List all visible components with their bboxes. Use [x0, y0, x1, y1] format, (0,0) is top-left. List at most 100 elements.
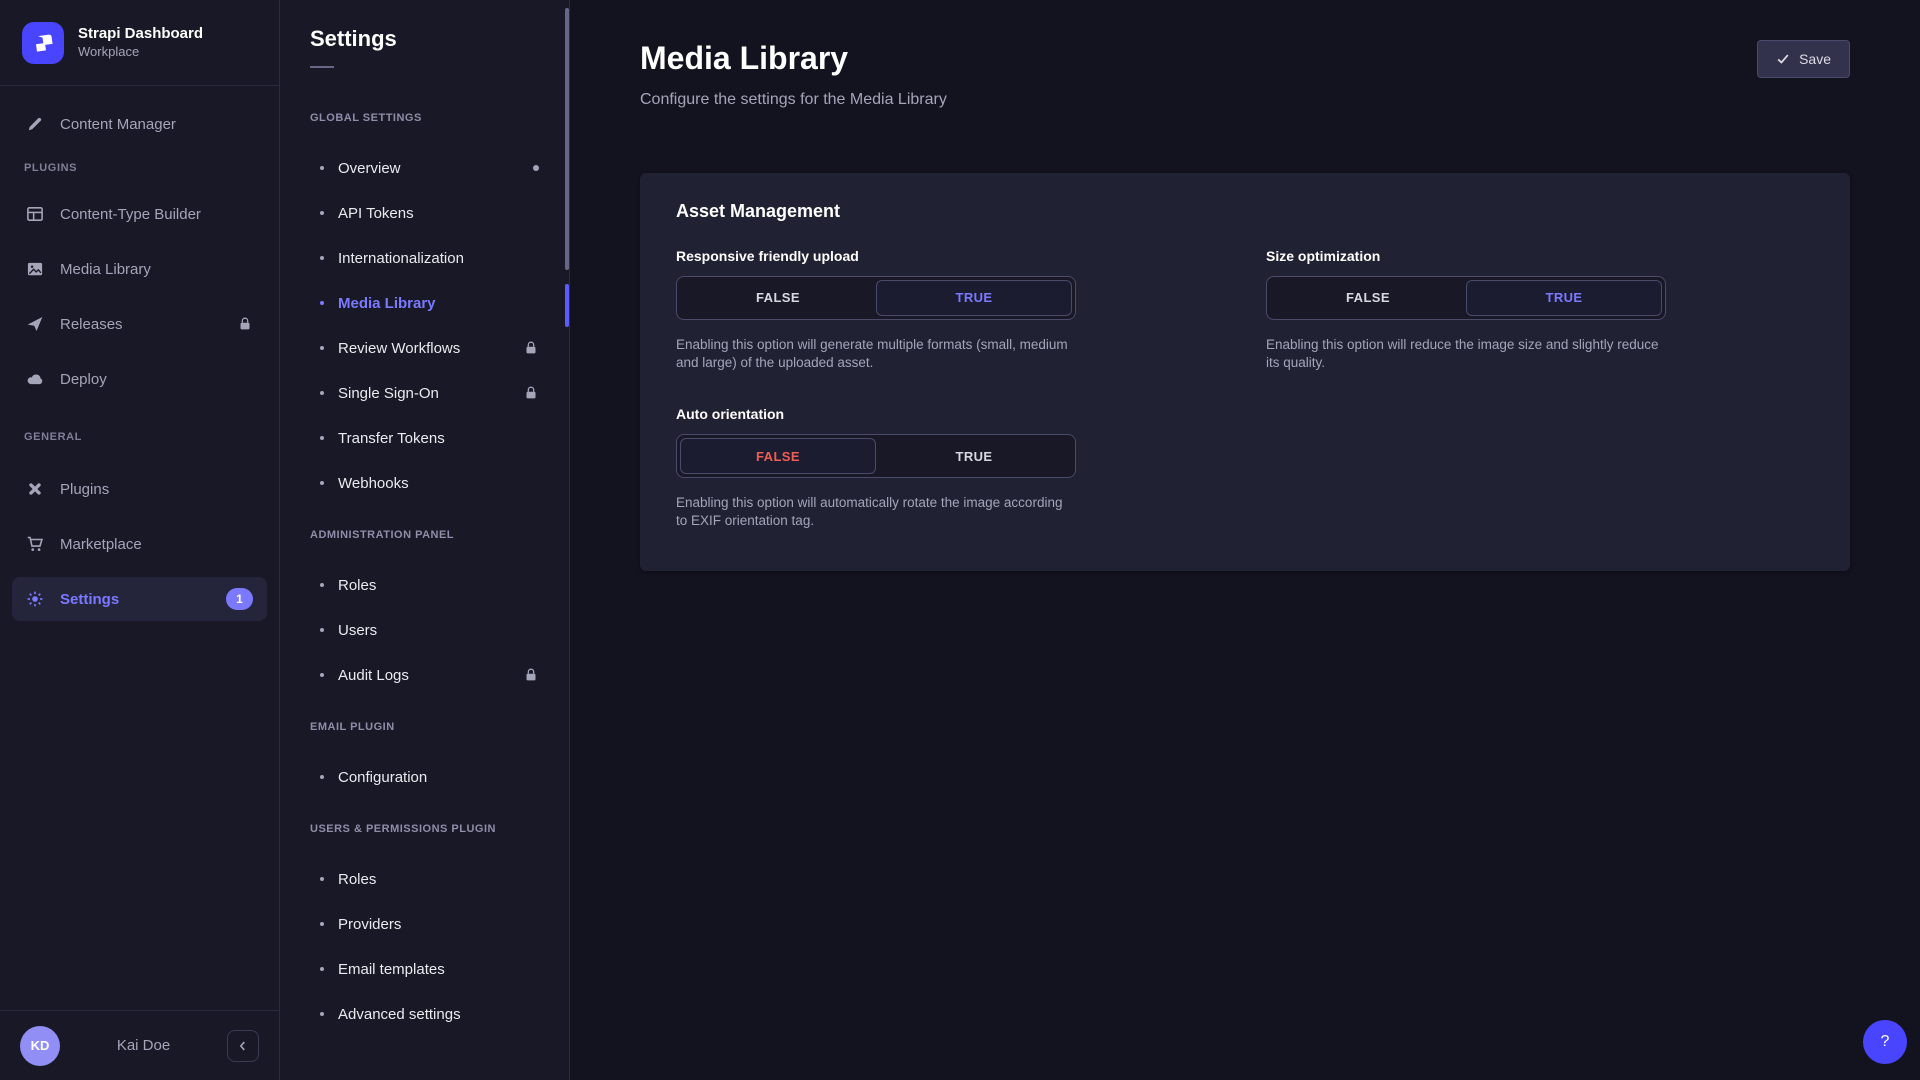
main-content: Media Library Configure the settings for…: [570, 0, 1920, 1080]
subnav-item-label: Audit Logs: [338, 667, 409, 684]
field-label: Responsive friendly upload: [676, 248, 1076, 264]
subnav-item-webhooks[interactable]: Webhooks: [280, 463, 569, 503]
subnav-item-label: Providers: [338, 916, 401, 933]
subnav-item-review-workflows[interactable]: Review Workflows: [280, 328, 569, 368]
responsive-friendly-upload-toggle: FALSE TRUE: [676, 276, 1076, 320]
subnav-item-label: Configuration: [338, 769, 427, 786]
paper-plane-icon: [26, 315, 44, 333]
bullet-dot: [320, 583, 324, 587]
subnav-item-providers[interactable]: Providers: [280, 904, 569, 944]
help-button[interactable]: ?: [1863, 1020, 1907, 1064]
subnav-item-audit-logs[interactable]: Audit Logs: [280, 655, 569, 695]
sidebar-item-deploy[interactable]: Plugins Deploy: [12, 357, 267, 401]
asset-management-panel: Asset Management Responsive friendly upl…: [640, 173, 1850, 571]
subnav-item-admin-users[interactable]: Users: [280, 610, 569, 650]
subnav-item-email-templates[interactable]: Email templates: [280, 949, 569, 989]
subnav-item-api-tokens[interactable]: API Tokens: [280, 193, 569, 233]
subnav-title: Settings: [310, 26, 539, 52]
title-underline: [310, 66, 334, 68]
lock-icon: [523, 385, 539, 401]
sidebar-item-settings[interactable]: Settings 1: [12, 577, 267, 621]
toggle-option-false[interactable]: FALSE: [680, 438, 876, 474]
bullet-dot: [320, 877, 324, 881]
subnav-item-up-roles[interactable]: Roles: [280, 859, 569, 899]
subnav-item-email-configuration[interactable]: Configuration: [280, 757, 569, 797]
sidebar-item-label: Settings: [60, 591, 119, 608]
brand: Strapi Dashboard Workplace: [0, 0, 279, 86]
sidebar-item-marketplace[interactable]: Marketplace: [12, 522, 267, 566]
bullet-dot: [320, 922, 324, 926]
field-description: Enabling this option will reduce the ima…: [1266, 336, 1666, 372]
sidebar-item-plugins[interactable]: Plugins: [12, 467, 267, 511]
subnav-item-label: Single Sign-On: [338, 385, 439, 402]
subnav-item-transfer-tokens[interactable]: Transfer Tokens: [280, 418, 569, 458]
brand-subtitle: Workplace: [78, 44, 203, 61]
subnav-item-advanced-settings[interactable]: Advanced settings: [280, 994, 569, 1034]
subnav-item-single-sign-on[interactable]: Single Sign-On: [280, 373, 569, 413]
notification-dot: [533, 165, 539, 171]
avatar[interactable]: KD: [20, 1026, 60, 1066]
sidebar-item-releases[interactable]: Releases: [12, 302, 267, 346]
toggle-option-false[interactable]: FALSE: [1270, 280, 1466, 316]
toggle-option-false[interactable]: FALSE: [680, 280, 876, 316]
brand-title: Strapi Dashboard: [78, 24, 203, 44]
subnav-item-overview[interactable]: Overview: [280, 148, 569, 188]
bullet-dot: [320, 166, 324, 170]
bullet-dot: [320, 301, 324, 305]
subnav-section-administration-panel: ADMINISTRATION PANEL: [310, 529, 539, 541]
size-optimization-toggle: FALSE TRUE: [1266, 276, 1666, 320]
bullet-dot: [320, 967, 324, 971]
main-sidebar: Strapi Dashboard Workplace Content Manag…: [0, 0, 280, 1080]
subnav-item-internationalization[interactable]: Internationalization: [280, 238, 569, 278]
field-responsive-friendly-upload: Responsive friendly upload FALSE TRUE En…: [676, 248, 1076, 372]
bullet-dot: [320, 1012, 324, 1016]
subnav-item-label: Webhooks: [338, 475, 409, 492]
sidebar-item-label: Plugins: [60, 481, 109, 498]
subnav-item-label: API Tokens: [338, 205, 414, 222]
subnav-scrollbar-thumb[interactable]: [565, 8, 569, 270]
bullet-dot: [320, 481, 324, 485]
subnav-item-admin-roles[interactable]: Roles: [280, 565, 569, 605]
settings-subnav: Settings GLOBAL SETTINGS Overview API To…: [280, 0, 570, 1080]
puzzle-icon: [26, 480, 44, 498]
save-button[interactable]: Save: [1757, 40, 1850, 78]
toggle-option-true[interactable]: TRUE: [876, 438, 1072, 474]
sidebar-item-label: Content Manager: [60, 116, 176, 133]
gear-icon: [26, 590, 44, 608]
toggle-option-true[interactable]: TRUE: [1466, 280, 1662, 316]
lock-icon: [523, 340, 539, 356]
check-icon: [1776, 52, 1790, 66]
active-item-indicator: [565, 284, 569, 327]
chevron-left-icon: [236, 1039, 250, 1053]
field-description: Enabling this option will automatically …: [676, 494, 1076, 530]
sidebar-collapse-button[interactable]: [227, 1030, 259, 1062]
bullet-dot: [320, 211, 324, 215]
sidebar-nav: Content Manager PLUGINS Content-Type Bui…: [0, 86, 279, 1010]
subnav-item-label: Overview: [338, 160, 401, 177]
toggle-option-true[interactable]: TRUE: [876, 280, 1072, 316]
field-auto-orientation: Auto orientation FALSE TRUE Enabling thi…: [676, 406, 1076, 530]
sidebar-item-content-type-builder[interactable]: Content-Type Builder: [12, 192, 267, 236]
page-header: Media Library Configure the settings for…: [640, 40, 1850, 109]
brand-text: Strapi Dashboard Workplace: [78, 24, 203, 60]
user-area: KD Kai Doe: [0, 1010, 279, 1080]
bullet-dot: [320, 346, 324, 350]
page-header-text: Media Library Configure the settings for…: [640, 40, 947, 109]
panel-title: Asset Management: [676, 201, 1814, 222]
cloud-icon: [26, 370, 44, 388]
subnav-item-label: Roles: [338, 871, 376, 888]
sidebar-item-content-manager[interactable]: Content Manager: [12, 102, 267, 146]
subnav-section-users-permissions-plugin: USERS & PERMISSIONS PLUGIN: [310, 823, 539, 835]
cart-icon: [26, 535, 44, 553]
sidebar-item-label: Marketplace: [60, 536, 142, 553]
sidebar-item-label: Releases: [60, 316, 123, 333]
subnav-item-label: Users: [338, 622, 377, 639]
lock-icon: [523, 667, 539, 683]
layout-grid-icon: [26, 205, 44, 223]
bullet-dot: [320, 391, 324, 395]
pen-icon: [26, 115, 44, 133]
sidebar-item-label: Media Library: [60, 261, 151, 278]
subnav-item-media-library[interactable]: Media Library: [280, 283, 569, 323]
page-subtitle: Configure the settings for the Media Lib…: [640, 91, 947, 109]
sidebar-item-media-library[interactable]: Media Library: [12, 247, 267, 291]
